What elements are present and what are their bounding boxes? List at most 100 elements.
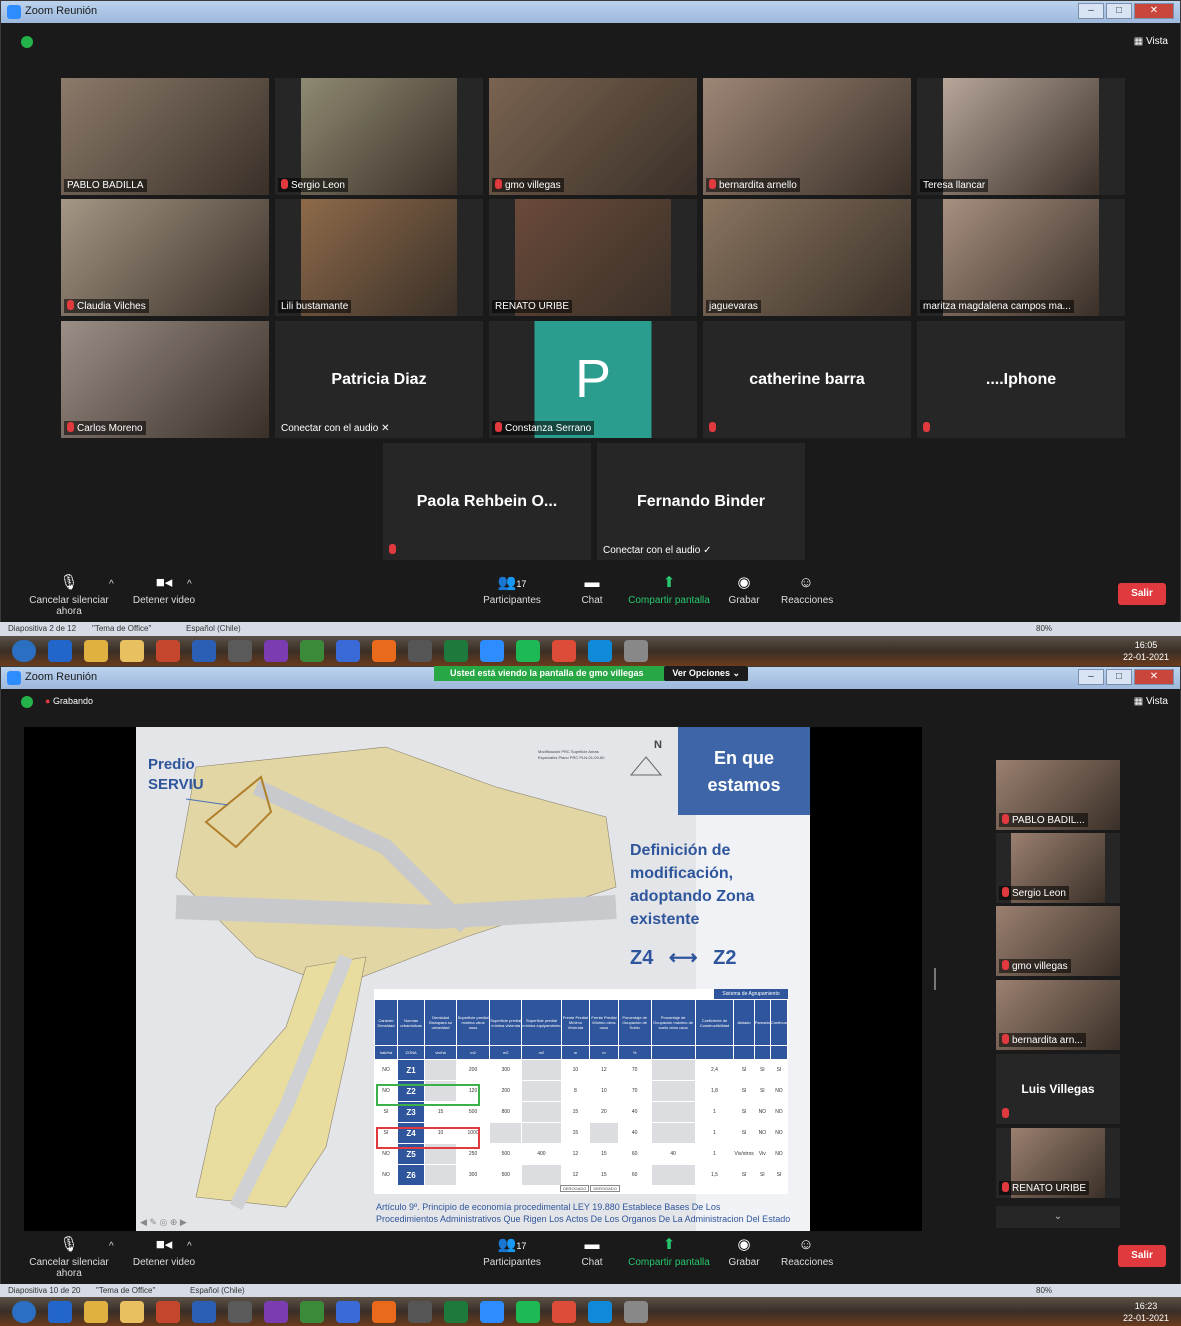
participants-button[interactable]: 👥17 Participantes xyxy=(481,575,543,607)
audio-options-button[interactable]: ^ xyxy=(109,1241,114,1252)
split-handle[interactable] xyxy=(934,968,936,990)
participant-tile[interactable]: PABLO BADILLA xyxy=(61,78,269,195)
sidebar-participant-tile[interactable]: bernardita arn... xyxy=(996,980,1120,1050)
chat-button[interactable]: ▬ Chat xyxy=(577,575,607,607)
leave-button[interactable]: Salir xyxy=(1118,583,1166,605)
close-button[interactable]: ✕ xyxy=(1134,3,1174,19)
minimize-button[interactable]: – xyxy=(1078,3,1104,19)
participant-tile[interactable]: Teresa llancar xyxy=(917,78,1125,195)
onenote-icon[interactable] xyxy=(264,1301,288,1323)
reactions-button[interactable]: ☺ Reacciones xyxy=(781,575,833,607)
view-button[interactable]: ▦ Vista xyxy=(1134,36,1168,47)
media-icon[interactable] xyxy=(408,640,432,662)
participant-audio-status[interactable]: Conectar con el audio ✕ xyxy=(278,422,392,435)
taskbar-clock[interactable]: 16:23 22-01-2021 xyxy=(1123,1300,1169,1324)
participant-tile[interactable]: ....Iphone xyxy=(917,321,1125,438)
edge-icon[interactable] xyxy=(588,640,612,662)
share-screen-button[interactable]: ⬆ Compartir pantalla xyxy=(627,574,711,607)
explorer-icon[interactable] xyxy=(84,1301,108,1323)
chrome-icon[interactable] xyxy=(552,1301,576,1323)
g-app-icon[interactable] xyxy=(300,640,324,662)
participant-tile[interactable]: P Constanza Serrano xyxy=(489,321,697,438)
show-desktop-icon[interactable] xyxy=(48,640,72,662)
sidebar-participant-tile[interactable]: PABLO BADIL... xyxy=(996,760,1120,830)
powerpoint-icon[interactable] xyxy=(156,1301,180,1323)
sidebar-scroll-down-button[interactable]: ⌄ xyxy=(996,1206,1120,1228)
view-options-button[interactable]: Ver Opciones ⌄ xyxy=(664,666,748,681)
unmute-button[interactable]: 🎙 Cancelar silenciar ahora xyxy=(19,575,119,618)
start-orb-icon[interactable] xyxy=(12,640,36,662)
folder-icon[interactable] xyxy=(120,1301,144,1323)
participant-tile[interactable]: Fernando Binder Conectar con el audio ✓ xyxy=(597,443,805,560)
start-orb-icon[interactable] xyxy=(12,1301,36,1323)
zoom-icon[interactable] xyxy=(480,640,504,662)
pdf-icon[interactable] xyxy=(228,1301,252,1323)
sidebar-participant-tile[interactable]: RENATO URIBE xyxy=(996,1128,1120,1198)
participant-tile[interactable]: Lili bustamante xyxy=(275,199,483,316)
leave-button[interactable]: Salir xyxy=(1118,1245,1166,1267)
sidebar-participant-tile[interactable]: Luis Villegas xyxy=(996,1054,1120,1124)
spotify-icon[interactable] xyxy=(516,1301,540,1323)
excel-icon[interactable] xyxy=(444,640,468,662)
cloud-app-icon[interactable] xyxy=(624,640,648,662)
maximize-button[interactable]: □ xyxy=(1106,3,1132,19)
taskbar-clock[interactable]: 16:05 22-01-2021 xyxy=(1123,639,1169,663)
sidebar-participant-tile[interactable]: gmo villegas xyxy=(996,906,1120,976)
show-desktop-icon[interactable] xyxy=(48,1301,72,1323)
participant-tile[interactable]: Patricia Diaz Conectar con el audio ✕ xyxy=(275,321,483,438)
folder-icon[interactable] xyxy=(120,640,144,662)
view-button[interactable]: ▦ Vista xyxy=(1134,696,1168,707)
word-icon[interactable] xyxy=(192,1301,216,1323)
onenote-icon[interactable] xyxy=(264,640,288,662)
participants-button[interactable]: 👥17 Participantes xyxy=(481,1237,543,1269)
security-shield-icon[interactable] xyxy=(21,696,33,708)
explorer-icon[interactable] xyxy=(84,640,108,662)
excel-icon[interactable] xyxy=(444,1301,468,1323)
powerpoint-icon[interactable] xyxy=(156,640,180,662)
share-screen-button[interactable]: ⬆ Compartir pantalla xyxy=(627,1237,711,1269)
participant-tile[interactable]: Carlos Moreno xyxy=(61,321,269,438)
pdf-icon[interactable] xyxy=(228,640,252,662)
video-options-button[interactable]: ^ xyxy=(187,579,192,590)
participant-tile[interactable]: Paola Rehbein O... xyxy=(383,443,591,560)
recording-indicator[interactable]: ● Grabando xyxy=(45,696,93,706)
reactions-button[interactable]: ☺ Reacciones xyxy=(781,1237,833,1269)
chrome-icon[interactable] xyxy=(552,640,576,662)
firefox-icon[interactable] xyxy=(372,1301,396,1323)
spotify-icon[interactable] xyxy=(516,640,540,662)
word-icon[interactable] xyxy=(192,640,216,662)
clock-date: 22-01-2021 xyxy=(1122,1313,1169,1323)
security-shield-icon[interactable] xyxy=(21,36,33,48)
participant-tile[interactable]: bernardita arnello xyxy=(703,78,911,195)
zoom-level[interactable]: 80% xyxy=(1036,624,1052,633)
minimize-button[interactable]: – xyxy=(1078,669,1104,685)
edge-icon[interactable] xyxy=(588,1301,612,1323)
app-icon[interactable] xyxy=(336,1301,360,1323)
close-button[interactable]: ✕ xyxy=(1134,669,1174,685)
g-app-icon[interactable] xyxy=(300,1301,324,1323)
participant-tile[interactable]: catherine barra xyxy=(703,321,911,438)
cloud-app-icon[interactable] xyxy=(624,1301,648,1323)
participant-tile[interactable]: gmo villegas xyxy=(489,78,697,195)
record-button[interactable]: ◉ Grabar xyxy=(727,1237,761,1269)
zoom-level[interactable]: 80% xyxy=(1036,1286,1052,1295)
participant-tile[interactable]: maritza magdalena campos ma... xyxy=(917,199,1125,316)
participant-tile[interactable]: Sergio Leon xyxy=(275,78,483,195)
chat-button[interactable]: ▬ Chat xyxy=(577,1237,607,1269)
share-screen-icon: ⬆ xyxy=(662,574,676,591)
maximize-button[interactable]: □ xyxy=(1106,669,1132,685)
participant-tile[interactable]: Claudia Vilches xyxy=(61,199,269,316)
video-options-button[interactable]: ^ xyxy=(187,1241,192,1252)
sidebar-participant-tile[interactable]: Sergio Leon xyxy=(996,833,1120,903)
zoom-icon[interactable] xyxy=(480,1301,504,1323)
unmute-button[interactable]: 🎙 Cancelar silenciar ahora xyxy=(19,1237,119,1280)
slide-nav-tools[interactable]: ◀ ✎ ◎ ⊕ ▶ xyxy=(140,1217,187,1228)
record-button[interactable]: ◉ Grabar xyxy=(727,575,761,607)
media-icon[interactable] xyxy=(408,1301,432,1323)
participant-tile[interactable]: jaguevaras xyxy=(703,199,911,316)
audio-options-button[interactable]: ^ xyxy=(109,579,114,590)
participant-tile[interactable]: RENATO URIBE xyxy=(489,199,697,316)
app-icon[interactable] xyxy=(336,640,360,662)
firefox-icon[interactable] xyxy=(372,640,396,662)
participant-audio-status[interactable]: Conectar con el audio ✓ xyxy=(600,544,714,557)
